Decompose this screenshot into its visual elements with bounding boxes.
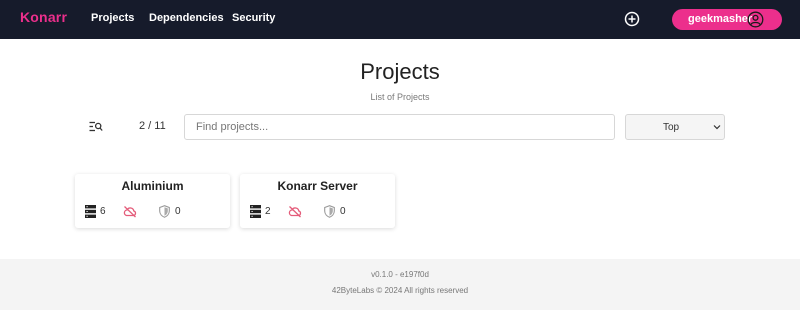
plus-circle-icon (624, 11, 640, 27)
chevron-down-icon (713, 125, 721, 130)
shield-icon (159, 205, 170, 218)
username: geekmasher (688, 13, 753, 25)
project-card-konarr-server[interactable]: Konarr Server 2 0 (240, 174, 395, 228)
alert-count: 0 (175, 206, 181, 217)
project-card-aluminium[interactable]: Aluminium 6 0 (75, 174, 230, 228)
cloud-off-icon (123, 206, 137, 218)
project-count: 2 / 11 (139, 120, 166, 132)
navbar: Konarr Projects Dependencies Security ge… (0, 0, 800, 39)
alert-count: 0 (340, 206, 346, 217)
cloud-off-icon (288, 206, 302, 218)
server-icon (250, 205, 261, 218)
filter-search-icon[interactable] (89, 120, 103, 132)
page-title: Projects (360, 59, 440, 84)
sort-select[interactable]: Top (625, 114, 725, 140)
search-input[interactable] (184, 114, 615, 140)
version-text: v0.1.0 - e197f0d (371, 270, 429, 279)
nav-link-projects[interactable]: Projects (91, 12, 134, 24)
server-icon (85, 205, 96, 218)
project-name: Aluminium (121, 179, 184, 193)
dependency-count: 6 (100, 206, 106, 217)
nav-link-security[interactable]: Security (232, 12, 275, 24)
nav-link-dependencies[interactable]: Dependencies (149, 12, 224, 24)
page-subtitle: List of Projects (370, 92, 430, 102)
user-avatar-icon (747, 11, 764, 28)
project-name: Konarr Server (277, 179, 358, 193)
brand-logo[interactable]: Konarr (20, 9, 67, 25)
footer: v0.1.0 - e197f0d 42ByteLabs © 2024 All r… (0, 259, 800, 310)
shield-icon (324, 205, 335, 218)
dependency-count: 2 (265, 206, 271, 217)
user-menu-button[interactable]: geekmasher (672, 9, 782, 30)
copyright-text: 42ByteLabs © 2024 All rights reserved (331, 286, 469, 295)
sort-selected-value: Top (662, 122, 680, 133)
add-project-button[interactable] (624, 11, 640, 27)
